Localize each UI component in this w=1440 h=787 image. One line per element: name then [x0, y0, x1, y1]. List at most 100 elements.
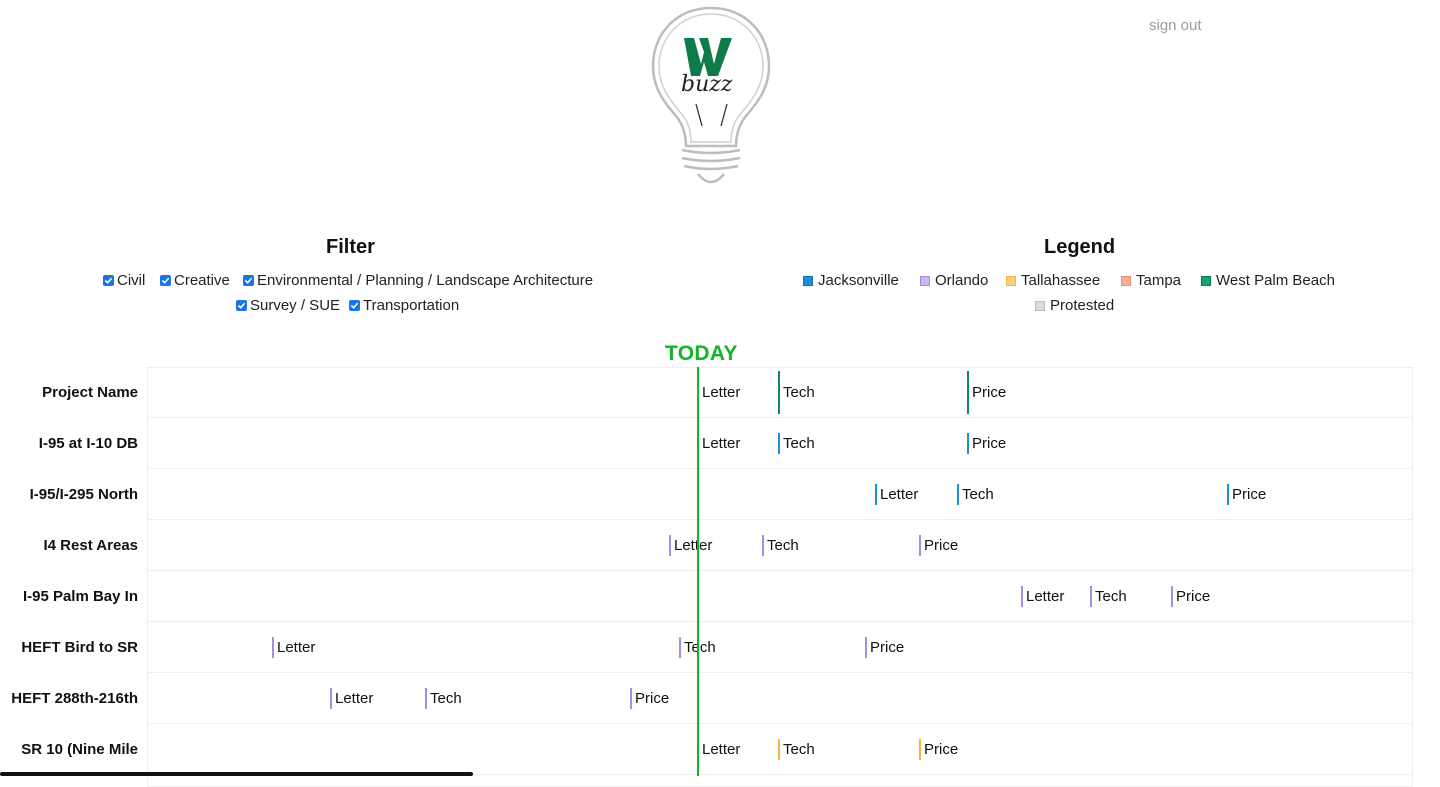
legend-label: Tallahassee: [1021, 272, 1101, 289]
milestone-label: Letter: [335, 690, 374, 707]
milestone-marker[interactable]: Tech: [778, 371, 815, 414]
milestone-marker[interactable]: Tech: [1090, 586, 1127, 607]
checkbox-checked-icon[interactable]: [236, 300, 247, 311]
milestone-tick: [669, 535, 671, 556]
milestone-tick: [425, 688, 427, 709]
milestone-marker[interactable]: Price: [865, 637, 904, 658]
filter-creative-checkbox[interactable]: Creative: [160, 272, 230, 289]
milestone-tick: [919, 535, 921, 556]
milestone-marker[interactable]: Tech: [957, 484, 994, 505]
milestone-tick: [778, 739, 780, 760]
project-name-label: HEFT 288th-216th: [11, 690, 138, 707]
project-name-label: I-95 at I-10 DB: [38, 435, 138, 452]
timeline-row: SR 10 (Nine Mile Letter Tech Price: [0, 724, 1440, 775]
checkbox-checked-icon[interactable]: [160, 275, 171, 286]
legend-item-tallahassee: Tallahassee: [1006, 272, 1100, 289]
checkbox-checked-icon[interactable]: [243, 275, 254, 286]
timeline-row: HEFT Bird to SR Letter Tech Price: [0, 622, 1440, 673]
horizontal-scrollbar[interactable]: [0, 772, 473, 776]
legend-item-protested: Protested: [1035, 297, 1114, 314]
milestone-tick: [967, 433, 969, 454]
milestone-label: Price: [972, 435, 1007, 452]
milestone-marker[interactable]: Price: [919, 535, 958, 556]
milestone-label: Letter: [277, 639, 316, 656]
filter-option-label: Civil: [117, 272, 146, 289]
project-name-label: Project Name: [42, 384, 138, 401]
milestone-marker[interactable]: Letter: [697, 371, 740, 414]
milestone-label: Tech: [962, 486, 994, 503]
timeline-row: I-95 at I-10 DB Letter Tech Price: [0, 418, 1440, 469]
legend-swatch-icon: [1201, 275, 1211, 286]
legend-swatch-icon: [920, 275, 930, 286]
milestone-tick: [778, 433, 780, 454]
legend-title: Legend: [1044, 236, 1116, 258]
milestone-label: Tech: [783, 741, 815, 758]
milestone-label: Letter: [674, 537, 713, 554]
milestone-label: Tech: [430, 690, 462, 707]
milestone-label: Tech: [767, 537, 799, 554]
legend-swatch-icon: [1121, 275, 1131, 286]
legend-swatch-icon: [1006, 275, 1016, 286]
legend-item-orlando: Orlando: [920, 272, 988, 289]
milestone-marker[interactable]: Tech: [762, 535, 799, 556]
sign-out-link[interactable]: sign out: [1149, 17, 1202, 34]
checkbox-checked-icon[interactable]: [103, 275, 114, 286]
milestone-marker[interactable]: Letter: [330, 688, 373, 709]
milestone-label: Price: [1176, 588, 1211, 605]
milestone-marker[interactable]: Letter: [875, 484, 918, 505]
checkbox-checked-icon[interactable]: [349, 300, 360, 311]
milestone-marker[interactable]: Letter: [272, 637, 315, 658]
filter-survey-checkbox[interactable]: Survey / SUE: [236, 297, 340, 314]
milestone-marker[interactable]: Tech: [778, 433, 815, 454]
milestone-marker[interactable]: Price: [967, 371, 1006, 414]
legend-item-tampa: Tampa: [1121, 272, 1181, 289]
milestone-label: Price: [635, 690, 670, 707]
timeline-row: Project Name Letter Tech Price: [0, 367, 1440, 418]
milestone-marker[interactable]: Tech: [778, 739, 815, 760]
milestone-tick: [762, 535, 764, 556]
milestone-tick: [272, 637, 274, 658]
filter-environmental-checkbox[interactable]: Environmental / Planning / Landscape Arc…: [243, 272, 593, 289]
today-line: [697, 367, 699, 776]
milestone-marker[interactable]: Tech: [425, 688, 462, 709]
milestone-label: Letter: [1026, 588, 1065, 605]
today-label: TODAY: [665, 342, 738, 365]
milestone-tick: [875, 484, 877, 505]
wbuzz-lightbulb-logo-icon: [648, 4, 774, 190]
milestone-marker[interactable]: Letter: [697, 739, 740, 760]
milestone-label: Price: [924, 741, 959, 758]
milestone-tick: [957, 484, 959, 505]
filter-option-label: Creative: [174, 272, 230, 289]
filter-civil-checkbox[interactable]: Civil: [103, 272, 145, 289]
legend-label: Protested: [1050, 297, 1115, 314]
milestone-marker[interactable]: Price: [630, 688, 669, 709]
project-name-label: HEFT Bird to SR: [21, 639, 138, 656]
filter-option-label: Environmental / Planning / Landscape Arc…: [257, 272, 594, 289]
milestone-label: Letter: [702, 435, 741, 452]
milestone-label: Price: [972, 384, 1007, 401]
milestone-marker[interactable]: Letter: [697, 433, 740, 454]
legend-label: Orlando: [935, 272, 989, 289]
milestone-label: Price: [1232, 486, 1267, 503]
filter-transportation-checkbox[interactable]: Transportation: [349, 297, 459, 314]
milestone-marker[interactable]: Letter: [669, 535, 712, 556]
milestone-marker[interactable]: Price: [967, 433, 1006, 454]
milestone-marker[interactable]: Price: [1171, 586, 1210, 607]
milestone-label: Letter: [880, 486, 919, 503]
project-name-label: I-95 Palm Bay In: [22, 588, 138, 605]
filter-option-label: Survey / SUE: [250, 297, 341, 314]
milestone-tick: [778, 371, 780, 414]
milestone-tick: [1021, 586, 1023, 607]
milestone-marker[interactable]: Letter: [1021, 586, 1064, 607]
legend-label: Jacksonville: [818, 272, 899, 289]
milestone-marker[interactable]: Price: [1227, 484, 1266, 505]
logo-wordmark: buzz: [681, 72, 733, 97]
milestone-label: Tech: [783, 384, 815, 401]
milestone-marker[interactable]: Price: [919, 739, 958, 760]
milestone-tick: [865, 637, 867, 658]
milestone-tick: [630, 688, 632, 709]
milestone-label: Tech: [783, 435, 815, 452]
timeline-row: I4 Rest Areas Letter Tech Price: [0, 520, 1440, 571]
legend-item-west-palm-beach: West Palm Beach: [1201, 272, 1335, 289]
milestone-tick: [330, 688, 332, 709]
